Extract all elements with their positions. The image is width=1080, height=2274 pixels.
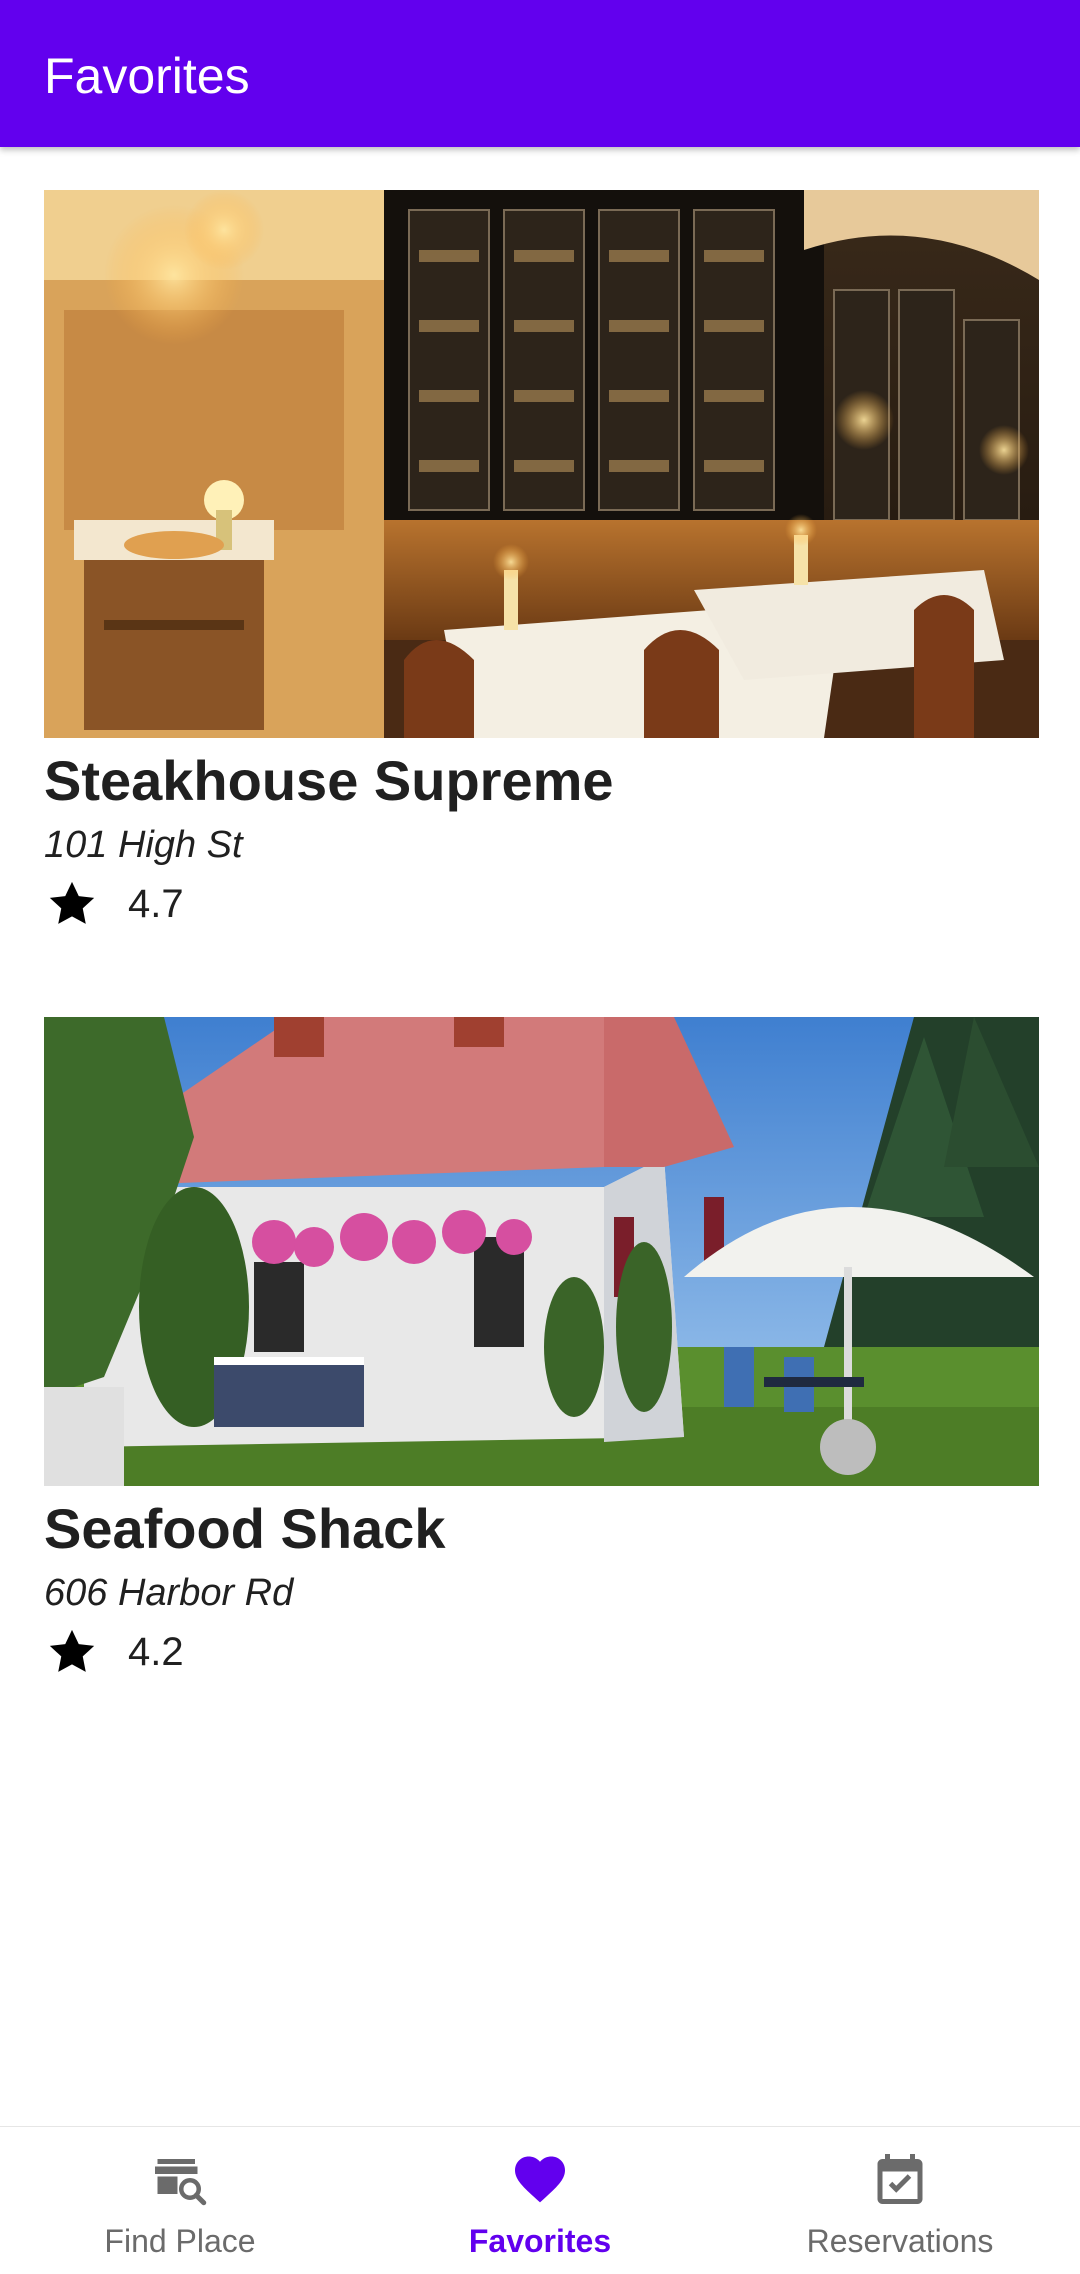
page-title: Favorites (44, 48, 250, 104)
rating-value: 4.2 (128, 1629, 184, 1674)
restaurant-address: 101 High St (44, 824, 243, 866)
app-root: Favorites Steakhouse Supreme 101 High St… (0, 0, 1080, 2274)
nav-label: Favorites (468, 2223, 612, 2259)
restaurant-photo[interactable] (44, 1017, 1039, 1486)
restaurant-rating: 4.7 (44, 878, 1039, 930)
favorite-card[interactable]: Seafood Shack 606 Harbor Rd 4.2 (44, 1017, 1039, 1678)
find-place-icon (155, 2159, 207, 2206)
star-icon (49, 881, 95, 924)
restaurant-photo[interactable] (44, 190, 1039, 738)
restaurant-name: Steakhouse Supreme (44, 749, 614, 812)
app-bar: Favorites (0, 0, 1080, 147)
nav-label: Find Place (104, 2223, 256, 2259)
restaurant-address: 606 Harbor Rd (44, 1572, 294, 1614)
bottom-navigation: Find Place Favorites Reservations (0, 2126, 1080, 2274)
nav-favorites[interactable]: Favorites (360, 2127, 720, 2274)
favorite-card[interactable]: Steakhouse Supreme 101 High St 4.7 (44, 190, 1039, 930)
restaurant-name: Seafood Shack (44, 1497, 446, 1560)
star-icon (49, 1629, 95, 1672)
heart-icon (515, 2156, 565, 2203)
calendar-check-icon (877, 2154, 923, 2204)
rating-value: 4.7 (128, 881, 184, 926)
nav-reservations[interactable]: Reservations (720, 2127, 1080, 2274)
restaurant-exterior-image (44, 1017, 1039, 1486)
nav-label: Reservations (806, 2223, 994, 2259)
nav-find-place[interactable]: Find Place (0, 2127, 360, 2274)
restaurant-interior-image (44, 190, 1039, 738)
restaurant-rating: 4.2 (44, 1626, 1039, 1678)
